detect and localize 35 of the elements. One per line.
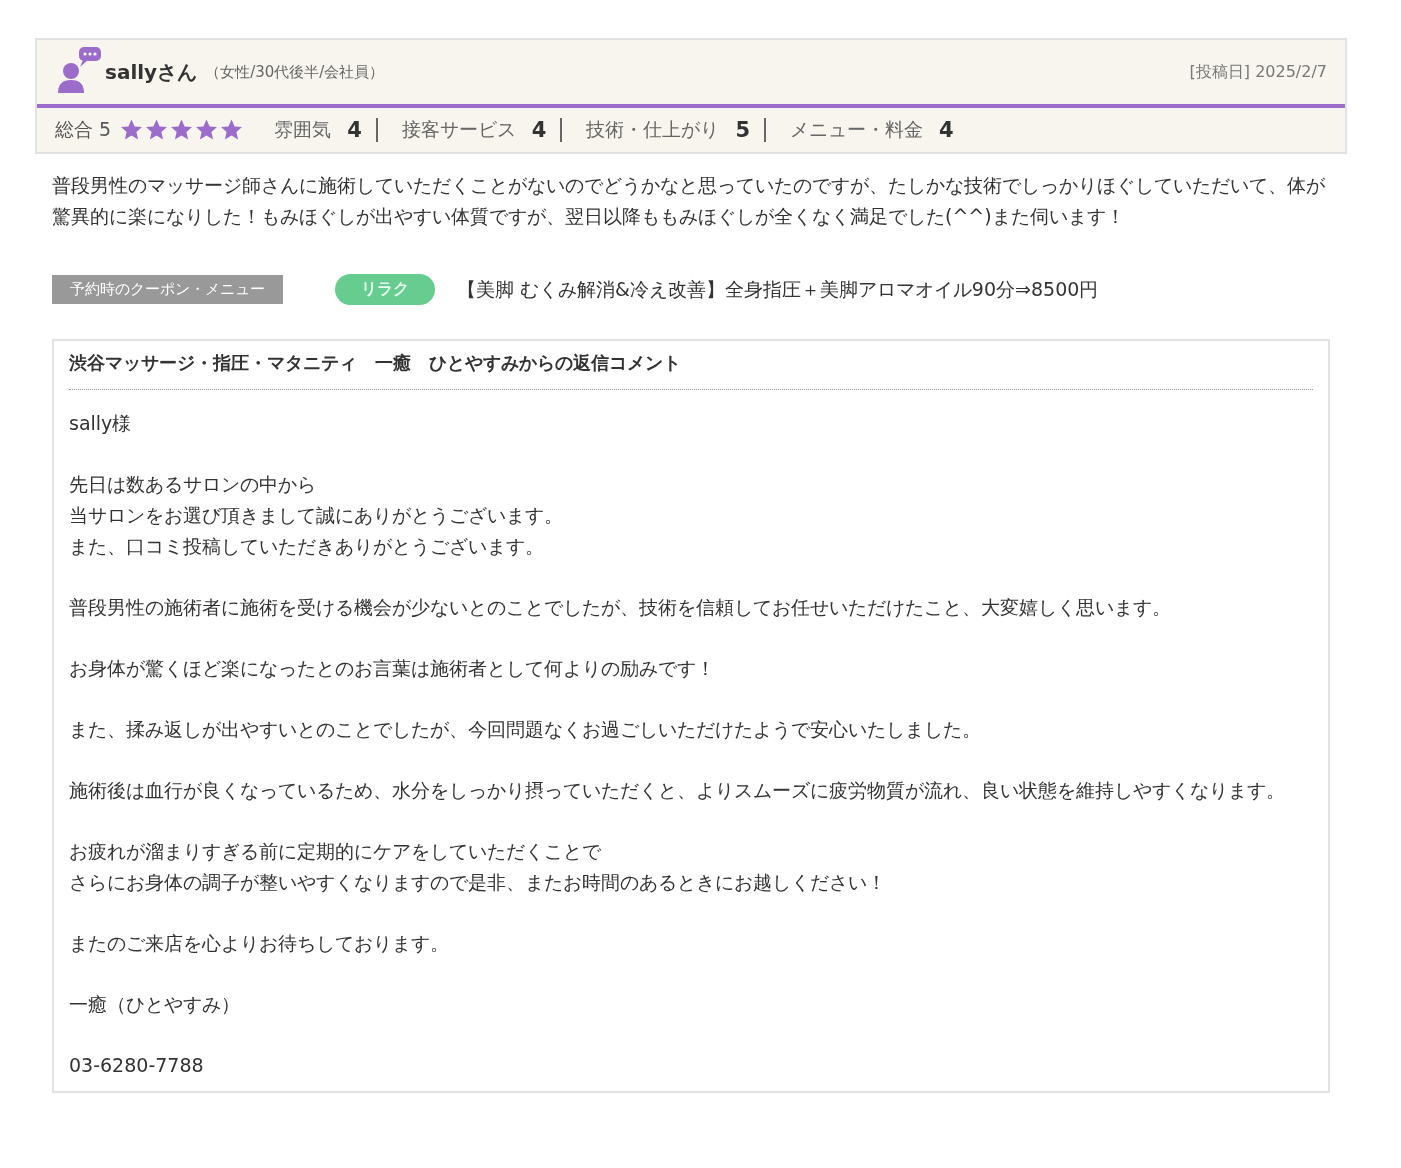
category-tag: リラク bbox=[335, 274, 435, 305]
rating-value: 4 bbox=[531, 118, 547, 142]
rating-label: 雰囲気 bbox=[274, 117, 332, 142]
rating-value: 4 bbox=[939, 118, 954, 142]
reply-text-line: 施術後は血行が良くなっているため、水分をしっかり摂っていただくと、よりスムーズに疲労物質が流れ、良い状態を維持しやすくなります。 bbox=[69, 778, 1286, 803]
rating-label: メニュー・料金 bbox=[790, 117, 923, 142]
star-icon bbox=[194, 118, 220, 142]
review-text: 普段男性のマッサージ師さんに施術していただくことがないのでどうかなと思っていたのですが、たしかな技術でしっかりほぐしていただいて、体が驚異的に楽になりした！もみほぐしが出やすい体質ですが、翌日以降ももみほぐしが全くなく満足でした(^^)また伺います！ bbox=[52, 173, 1326, 229]
overall-rating: 総合 5 bbox=[55, 117, 112, 142]
reply-text-line: 当サロンをお選び頂きまして誠にありがとうございます。 bbox=[69, 503, 564, 528]
reply-text-line: 03-6280-7788 bbox=[69, 1053, 205, 1078]
star-icon bbox=[169, 118, 195, 142]
reply-text-line: 一癒（ひとやすみ） bbox=[69, 992, 241, 1017]
reviewer-name: sallyさん bbox=[105, 58, 198, 86]
star-icon bbox=[119, 118, 145, 142]
post-date: [投稿日] 2025/2/7 bbox=[1189, 61, 1327, 83]
reply-text-line: またのご来店を心よりお待ちしております。 bbox=[69, 931, 450, 956]
rating-label: 接客サービス bbox=[401, 117, 516, 142]
star-icon bbox=[219, 118, 245, 142]
reply-text-line: 先日は数あるサロンの中から bbox=[69, 472, 317, 497]
reply-text-line: また、揉み返しが出やすいとのことでしたが、今回問題なくお過ごしいただけたようで安心いたしました。 bbox=[69, 717, 982, 742]
reply-title: 渋谷マッサージ・指圧・マタニティ 一癒 ひとやすみからの返信コメント bbox=[69, 351, 1313, 390]
reply-text-line: 普段男性の施術者に施術を受ける機会が少ないとのことでしたが、技術を信頼してお任せいただけたこと、大変嬉しく思います。 bbox=[69, 595, 1172, 620]
rating-value: 5 bbox=[735, 118, 750, 142]
reply-text-line: sally様 bbox=[69, 411, 133, 436]
rating-label: 技術・仕上がり bbox=[586, 117, 720, 142]
rating-value: 4 bbox=[347, 118, 362, 142]
coupon-label: 予約時のクーポン・メニュー bbox=[52, 275, 283, 304]
reply-text-line: お身体が驚くほど楽になったとのお言葉は施術者として何よりの励みです！ bbox=[69, 656, 716, 681]
reply-text-line: お疲れが溜まりすぎる前に定期的にケアをしていただくことで bbox=[69, 839, 602, 864]
coupon-menu-text: 【美脚 むくみ解消&冷え改善】全身指圧＋美脚アロマオイル90分⇒8500円 bbox=[457, 276, 1099, 302]
reply-text-line: さらにお身体の調子が整いやすくなりますので是非、またお時間のあるときにお越しください！ bbox=[69, 870, 887, 895]
reviewer-profile: （女性/30代後半/会社員） bbox=[205, 62, 385, 82]
reply-text-line: また、口コミ投稿していただきありがとうございます。 bbox=[69, 534, 545, 559]
star-icon bbox=[144, 118, 170, 142]
